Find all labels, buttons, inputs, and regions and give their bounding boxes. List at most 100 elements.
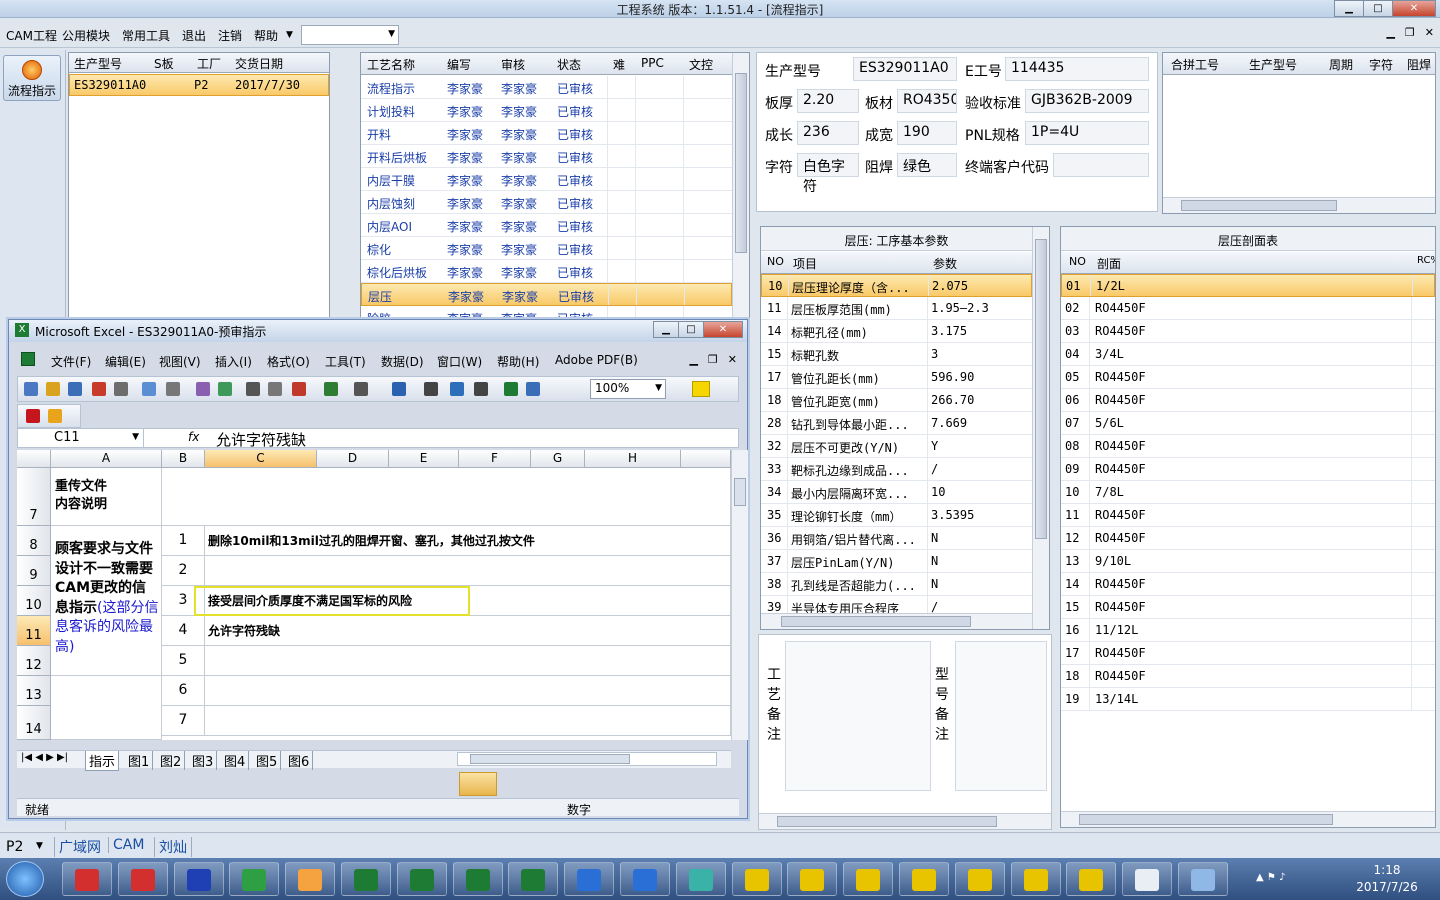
mdi-restore-icon[interactable]: ❐: [1405, 26, 1415, 39]
chevron-down-icon[interactable]: ▼: [286, 30, 293, 40]
col-process-1[interactable]: 编写: [447, 56, 471, 73]
taskbar-button[interactable]: [1066, 862, 1117, 896]
permission-icon[interactable]: [92, 382, 106, 396]
sort-asc-icon[interactable]: [450, 382, 464, 396]
flow-indicator-button[interactable]: 流程指示: [3, 55, 61, 101]
menu-tools[interactable]: 常用工具: [122, 27, 170, 44]
pdf-convert-icon[interactable]: [48, 409, 62, 423]
stack-row[interactable]: 15 RO4450F: [1061, 596, 1435, 619]
col-factory[interactable]: 工厂: [197, 55, 221, 72]
stack-row[interactable]: 10 7/8L: [1061, 481, 1435, 504]
drawing-icon[interactable]: [526, 382, 540, 396]
column-header-extra[interactable]: [681, 450, 731, 468]
cell-item-text[interactable]: 删除10mil和13mil过孔的阻焊开窗、塞孔，其他过孔按文件: [205, 526, 731, 556]
column-header[interactable]: A: [51, 450, 162, 468]
stack-row[interactable]: 02 RO4450F: [1061, 297, 1435, 320]
col-merge-no[interactable]: 合拼工号: [1171, 56, 1219, 73]
param-row[interactable]: 32 层压不可更改(Y/N) Y: [761, 435, 1032, 458]
wb-close-icon[interactable]: ✕: [728, 353, 737, 366]
eno-field[interactable]: 114435: [1005, 57, 1149, 81]
site-select[interactable]: P2: [6, 839, 23, 855]
param-row[interactable]: 33 靶标孔边缘到成品... /: [761, 458, 1032, 481]
menu-cam[interactable]: CAM工程: [6, 27, 57, 44]
stack-row[interactable]: 07 5/6L: [1061, 412, 1435, 435]
wb-minimize-icon[interactable]: ▁: [689, 353, 697, 366]
stack-row[interactable]: 16 11/12L: [1061, 619, 1435, 642]
paste-icon[interactable]: [268, 382, 282, 396]
column-header[interactable]: B: [162, 450, 205, 468]
process-row[interactable]: 流程指示 李家豪 李家豪 已审核: [361, 76, 732, 99]
stack-row[interactable]: 06 RO4450F: [1061, 389, 1435, 412]
start-button[interactable]: [6, 861, 44, 897]
maximize-button[interactable]: □: [1363, 0, 1393, 17]
column-header[interactable]: G: [531, 450, 585, 468]
menu-exit[interactable]: 退出: [182, 27, 206, 44]
cell-item-text[interactable]: [205, 646, 731, 676]
taskbar-button[interactable]: [564, 862, 615, 896]
width-field[interactable]: 190: [897, 121, 957, 145]
customer-code-field[interactable]: [1053, 153, 1149, 177]
row-header[interactable]: 9: [17, 556, 51, 586]
menu-help[interactable]: 帮助: [254, 27, 278, 44]
params-scrollbar[interactable]: [1032, 227, 1049, 629]
chevron-down-icon[interactable]: ▼: [36, 841, 43, 851]
column-header[interactable]: F: [459, 450, 531, 468]
stack-row[interactable]: 11 RO4450F: [1061, 504, 1435, 527]
print-preview-icon[interactable]: [142, 382, 156, 396]
column-header[interactable]: H: [585, 450, 681, 468]
formula-input[interactable]: 允许字符残缺: [216, 429, 306, 450]
param-row[interactable]: 34 最小内层隔离环宽... 10: [761, 481, 1032, 504]
excel-menu-item[interactable]: 编辑(E): [105, 353, 146, 370]
excel-minimize-button[interactable]: ▁: [653, 321, 679, 338]
param-row[interactable]: 14 标靶孔径(mm) 3.175: [761, 320, 1032, 343]
row-header[interactable]: 12: [17, 646, 51, 676]
drawing-toolbar-button[interactable]: [459, 772, 497, 796]
sheet-tab[interactable]: 图5: [253, 751, 282, 770]
excel-vscrollbar[interactable]: [731, 450, 748, 740]
sheet-tab[interactable]: 图1: [125, 751, 154, 770]
menu-combo[interactable]: ▼: [301, 25, 399, 45]
stack-row[interactable]: 03 RO4450F: [1061, 320, 1435, 343]
param-row[interactable]: 38 孔到线是否超能力(... N: [761, 573, 1032, 596]
redo-icon[interactable]: [354, 382, 368, 396]
cell-item-text[interactable]: [205, 706, 731, 736]
taskbar-button[interactable]: [899, 862, 949, 896]
param-row[interactable]: 37 层压PinLam(Y/N) N: [761, 550, 1032, 573]
taskbar-button[interactable]: [508, 862, 559, 896]
cell-item-number[interactable]: 2: [162, 556, 205, 586]
col-process-5[interactable]: PPC: [641, 56, 664, 70]
fill-color-icon[interactable]: [692, 381, 710, 397]
stack-row[interactable]: 09 RO4450F: [1061, 458, 1435, 481]
menu-logout[interactable]: 注销: [218, 27, 242, 44]
copy-icon[interactable]: [246, 382, 260, 396]
select-all-corner[interactable]: [17, 450, 51, 468]
sheet-tab[interactable]: 图4: [221, 751, 250, 770]
format-painter-icon[interactable]: [292, 382, 306, 396]
param-row[interactable]: 35 理论铆钉长度（mm） 3.5395: [761, 504, 1032, 527]
pnl-field[interactable]: 1P=4U: [1025, 121, 1149, 145]
material-field[interactable]: RO4350B: [897, 89, 957, 113]
param-row[interactable]: 18 管位孔距宽(mm) 266.70: [761, 389, 1032, 412]
col-model[interactable]: 生产型号: [74, 55, 122, 72]
spelling-icon[interactable]: [166, 382, 180, 396]
process-row[interactable]: 开料 李家豪 李家豪 已审核: [361, 122, 732, 145]
row-header[interactable]: 7: [17, 468, 51, 526]
col-process-6[interactable]: 文控: [689, 56, 713, 73]
clock[interactable]: 1:18 2017/7/26: [1340, 862, 1434, 896]
hyperlink-icon[interactable]: [392, 382, 406, 396]
process-row[interactable]: 计划投料 李家豪 李家豪 已审核: [361, 99, 732, 122]
pdf-icon[interactable]: [26, 409, 40, 423]
cell-item-text[interactable]: [205, 556, 731, 586]
row-header[interactable]: 14: [17, 706, 51, 740]
col-param-no[interactable]: NO: [767, 255, 784, 268]
stack-row[interactable]: 17 RO4450F: [1061, 642, 1435, 665]
cell-item-number[interactable]: 6: [162, 676, 205, 706]
remarks-hscrollbar[interactable]: [759, 813, 1051, 829]
col-stack-no[interactable]: NO: [1069, 255, 1086, 268]
col-merge-char[interactable]: 字符: [1369, 56, 1393, 73]
sheet-nav-icon[interactable]: |◀ ◀ ▶ ▶|: [21, 752, 68, 763]
stack-hscrollbar[interactable]: [1061, 811, 1435, 827]
cell-a8[interactable]: 顾客要求与文件设计不一致需要CAM更改的信息指示(这部分信息客诉的风险最高): [51, 526, 162, 676]
params-hscrollbar[interactable]: [761, 613, 1032, 629]
mdi-minimize-icon[interactable]: ▁: [1386, 26, 1394, 39]
